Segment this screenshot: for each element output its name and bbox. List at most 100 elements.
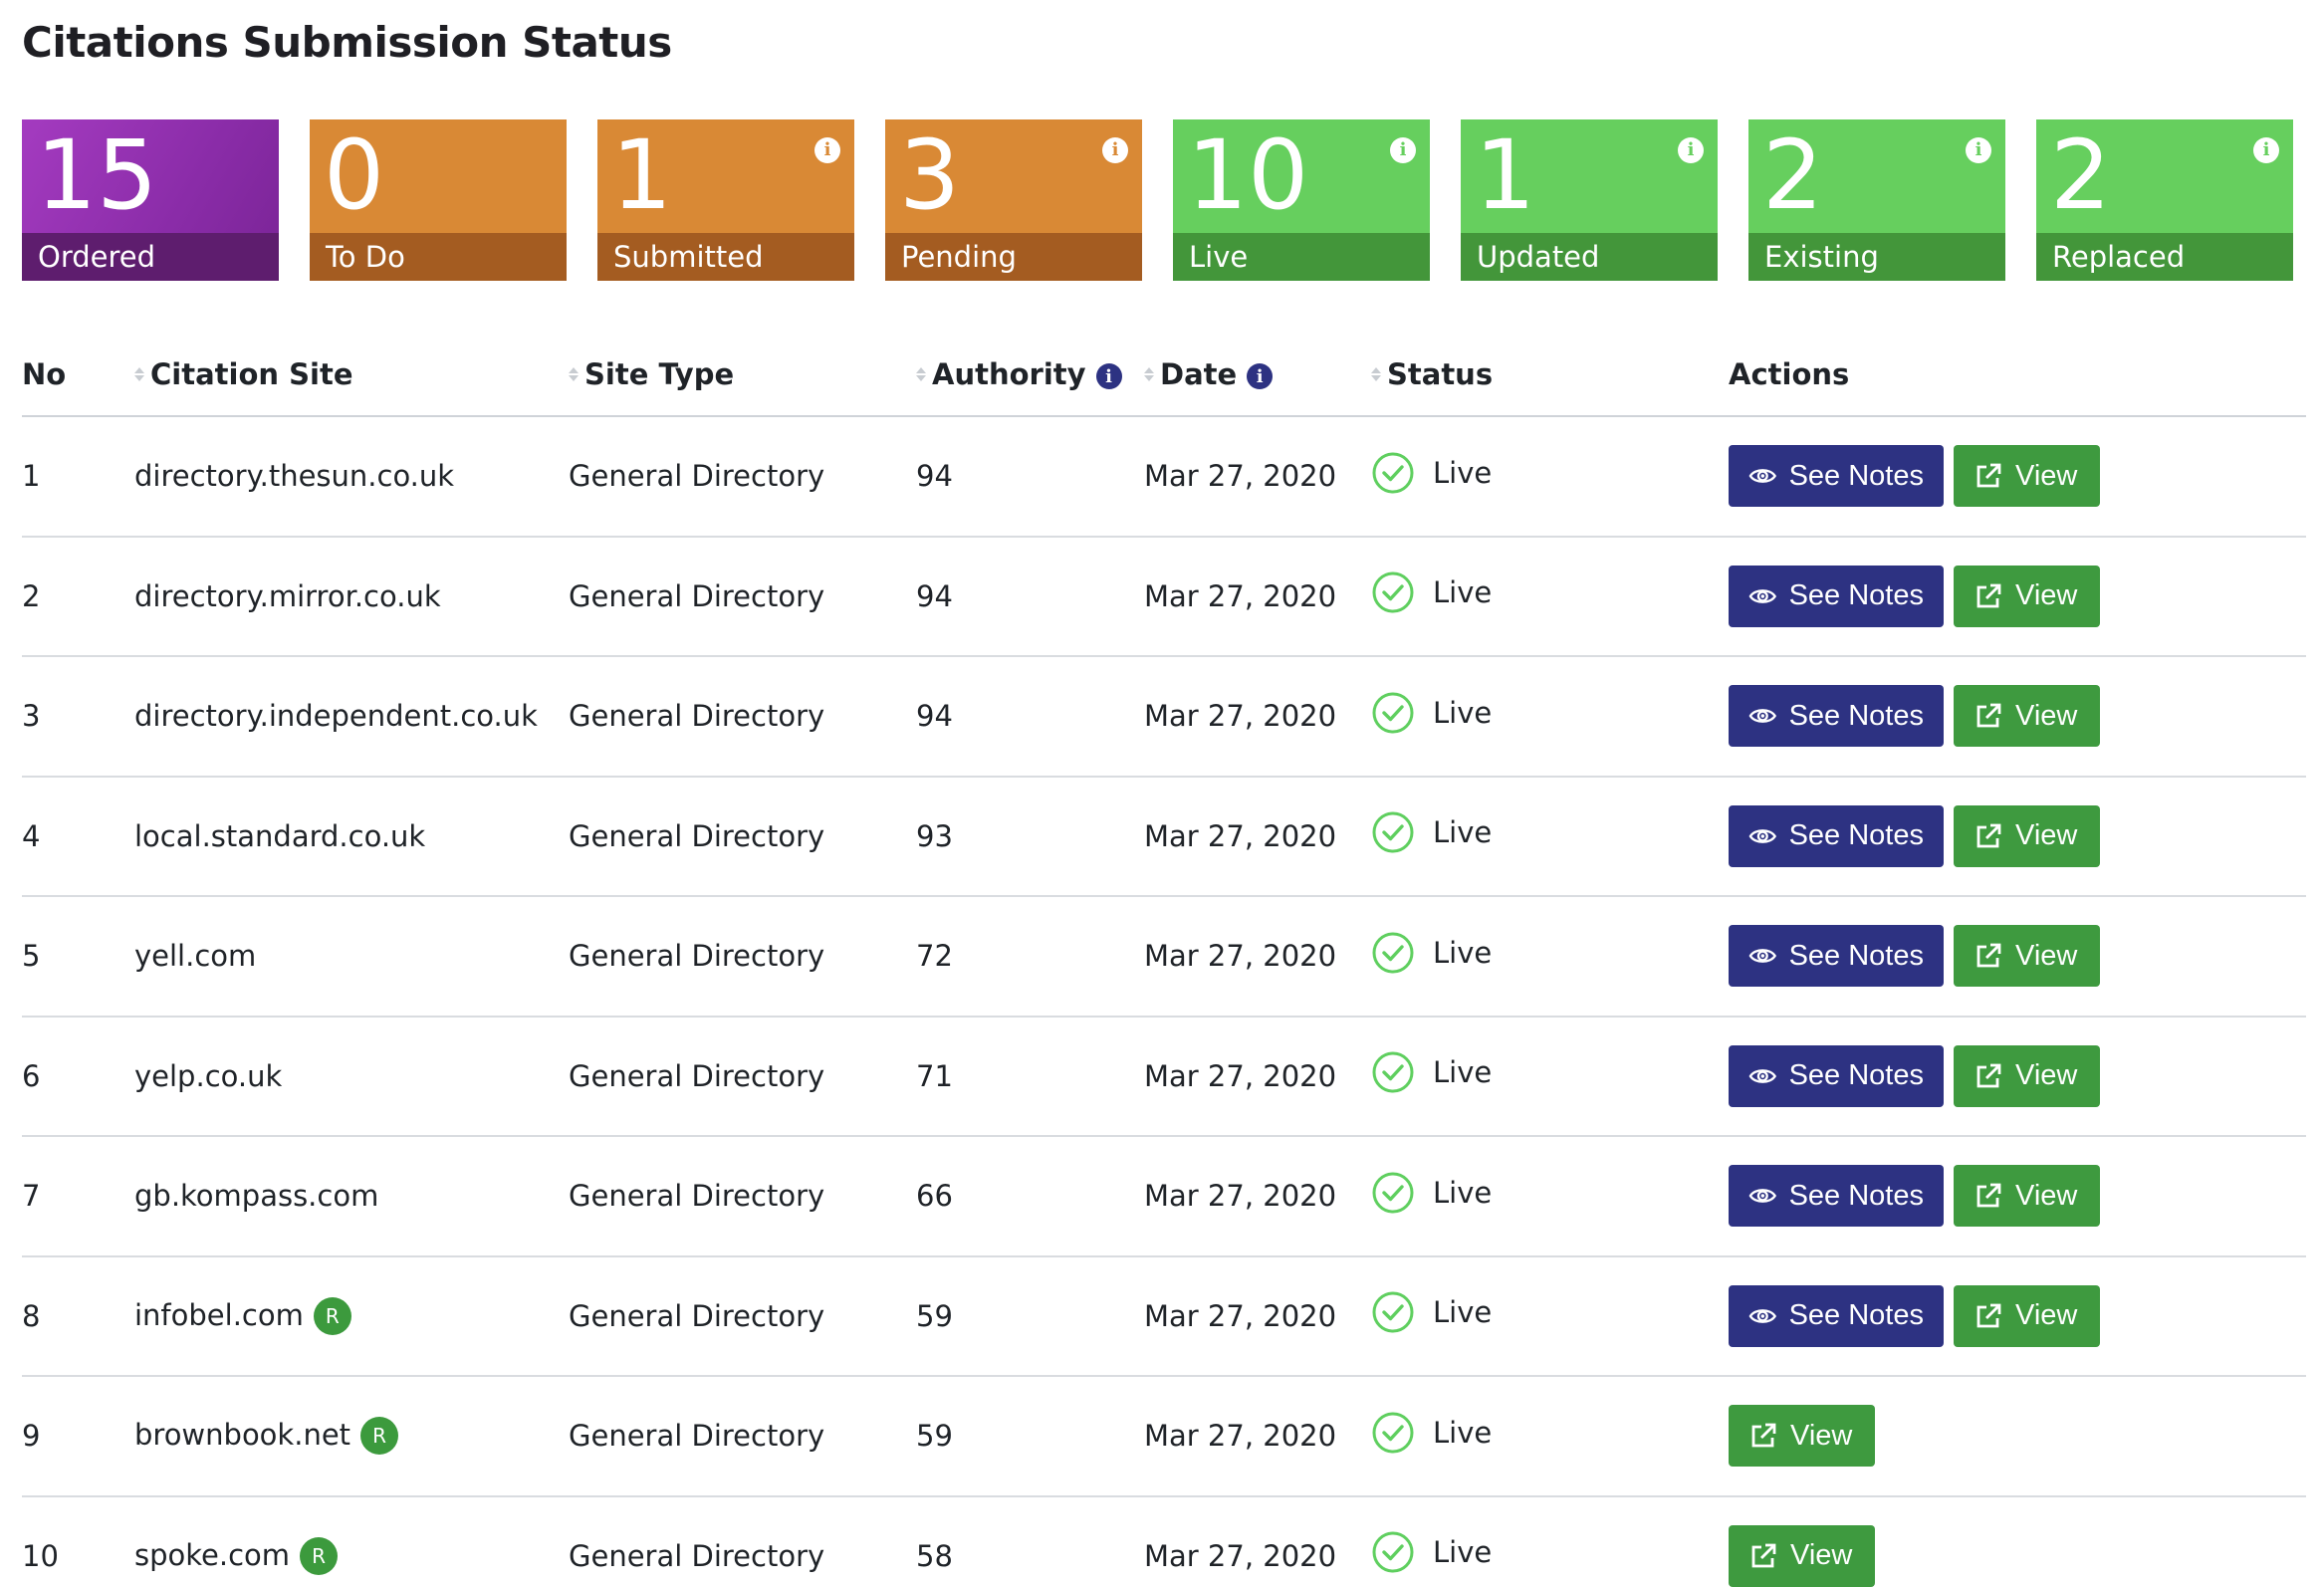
external-link-icon: [1976, 583, 2001, 608]
sort-icon: [1144, 366, 1154, 381]
cell-actions: View: [1729, 1495, 2306, 1588]
status-card-pending[interactable]: 3 i Pending: [885, 119, 1142, 281]
cell-status: Live: [1371, 1255, 1729, 1377]
status-card-to-do[interactable]: 0 To Do: [310, 119, 567, 281]
view-button[interactable]: View: [1954, 1165, 2100, 1228]
see-notes-label: See Notes: [1788, 939, 1924, 972]
info-icon[interactable]: i: [1247, 363, 1274, 389]
view-button[interactable]: View: [1729, 1524, 1875, 1587]
info-icon[interactable]: i: [1678, 137, 1704, 163]
site-name: directory.independent.co.uk: [134, 699, 538, 734]
view-button[interactable]: View: [1954, 685, 2100, 748]
header-site-type[interactable]: Site Type: [569, 333, 916, 417]
view-button[interactable]: View: [1954, 445, 2100, 508]
view-button[interactable]: View: [1954, 925, 2100, 988]
cell-site-type: General Directory: [569, 656, 916, 778]
card-label: Submitted: [597, 233, 854, 281]
view-button[interactable]: View: [1954, 1044, 2100, 1107]
table-row: 3 directory.independent.co.uk General Dire…: [22, 656, 2306, 778]
table-row: 1 directory.thesun.co.uk General Directory…: [22, 416, 2306, 538]
card-value: 3: [899, 119, 961, 231]
header-authority[interactable]: Authority i: [916, 333, 1144, 417]
view-button[interactable]: View: [1954, 565, 2100, 627]
replaced-badge: R: [313, 1296, 351, 1335]
see-notes-label: See Notes: [1788, 579, 1924, 612]
cell-date: Mar 27, 2020: [1144, 536, 1371, 657]
table-row: 7 gb.kompass.com General Directory 66 Mar 27…: [22, 1136, 2306, 1257]
view-button[interactable]: View: [1729, 1405, 1875, 1468]
status-card-live[interactable]: 10 i Live: [1173, 119, 1430, 281]
cell-authority: 94: [916, 656, 1144, 778]
view-label: View: [2015, 459, 2078, 492]
header-status[interactable]: Status: [1371, 333, 1729, 417]
status-card-existing[interactable]: 2 i Existing: [1748, 119, 2005, 281]
external-link-icon: [1976, 943, 2001, 968]
view-button[interactable]: View: [1954, 804, 2100, 867]
header-citation-site[interactable]: Citation Site: [134, 333, 569, 417]
info-icon[interactable]: i: [1390, 137, 1416, 163]
cell-date: Mar 27, 2020: [1144, 416, 1371, 538]
see-notes-label: See Notes: [1788, 1179, 1924, 1212]
table-header-row: No Citation Site Site Type Authority i Da…: [22, 333, 2306, 417]
header-date[interactable]: Date i: [1144, 333, 1371, 417]
external-link-icon: [1976, 1303, 2001, 1328]
view-label: View: [2015, 1179, 2078, 1212]
info-icon[interactable]: i: [1095, 363, 1122, 389]
cell-authority: 59: [916, 1376, 1144, 1497]
cell-status: Live: [1371, 416, 1729, 538]
status-card-ordered[interactable]: 15 Ordered: [22, 119, 279, 281]
status-label: Live: [1433, 455, 1493, 490]
card-value: 10: [1187, 119, 1309, 231]
site-name: directory.mirror.co.uk: [134, 578, 441, 613]
cell-status: Live: [1371, 1376, 1729, 1497]
card-value: 15: [36, 119, 158, 231]
cell-site-type: General Directory: [569, 1016, 916, 1137]
info-icon[interactable]: i: [814, 137, 840, 163]
cell-actions: See Notes View: [1729, 1016, 2306, 1137]
status-card-replaced[interactable]: 2 i Replaced: [2036, 119, 2293, 281]
sort-icon: [134, 366, 144, 381]
view-label: View: [2015, 579, 2078, 612]
cell-authority: 71: [916, 1016, 1144, 1137]
see-notes-button[interactable]: See Notes: [1729, 565, 1944, 627]
cell-date: Mar 27, 2020: [1144, 1016, 1371, 1137]
site-name: spoke.com: [134, 1537, 291, 1572]
check-circle-icon: [1372, 1291, 1414, 1333]
card-value: 0: [324, 119, 385, 231]
view-button[interactable]: View: [1954, 1284, 2100, 1347]
eye-icon: [1748, 588, 1777, 603]
see-notes-button[interactable]: See Notes: [1729, 925, 1944, 988]
cell-citation-site: infobel.com R: [134, 1255, 569, 1377]
card-label: Replaced: [2036, 233, 2293, 281]
cell-site-type: General Directory: [569, 1376, 916, 1497]
eye-icon: [1748, 1189, 1777, 1204]
cell-date: Mar 27, 2020: [1144, 1255, 1371, 1377]
status-card-updated[interactable]: 1 i Updated: [1461, 119, 1718, 281]
cell-date: Mar 27, 2020: [1144, 1136, 1371, 1257]
cell-no: 4: [22, 776, 134, 897]
status-card-submitted[interactable]: 1 i Submitted: [597, 119, 854, 281]
info-icon[interactable]: i: [1102, 137, 1128, 163]
see-notes-button[interactable]: See Notes: [1729, 1165, 1944, 1228]
card-label: Existing: [1748, 233, 2005, 281]
check-circle-icon: [1372, 692, 1414, 734]
see-notes-button[interactable]: See Notes: [1729, 445, 1944, 508]
header-no[interactable]: No: [22, 333, 134, 417]
card-label: Pending: [885, 233, 1142, 281]
cell-actions: See Notes View: [1729, 536, 2306, 657]
cell-no: 1: [22, 416, 134, 538]
status-label: Live: [1433, 1055, 1493, 1090]
info-icon[interactable]: i: [1966, 137, 1991, 163]
external-link-icon: [1976, 1063, 2001, 1088]
view-label: View: [1790, 1419, 1853, 1452]
info-icon[interactable]: i: [2253, 137, 2279, 163]
see-notes-button[interactable]: See Notes: [1729, 1284, 1944, 1347]
check-circle-icon: [1372, 1412, 1414, 1454]
see-notes-button[interactable]: See Notes: [1729, 685, 1944, 748]
see-notes-button[interactable]: See Notes: [1729, 804, 1944, 867]
see-notes-button[interactable]: See Notes: [1729, 1044, 1944, 1107]
table-row: 10 spoke.com R General Directory 58 Mar 27, 2…: [22, 1495, 2306, 1588]
check-circle-icon: [1372, 452, 1414, 494]
table-row: 5 yell.com General Directory 72 Mar 27, 2020…: [22, 896, 2306, 1018]
cell-no: 8: [22, 1255, 134, 1377]
